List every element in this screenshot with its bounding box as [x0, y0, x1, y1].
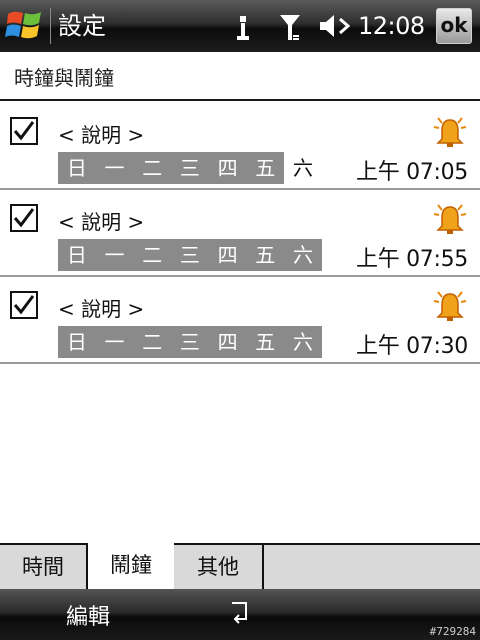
alarm-description[interactable]: < 說明 > [58, 206, 144, 235]
alarm-description[interactable]: < 說明 > [58, 293, 144, 322]
tab-bar-fill [262, 545, 480, 589]
weekday-selector: 日一二三四五六 [58, 152, 322, 184]
alarm-bell-icon [432, 202, 468, 240]
weekday-toggle[interactable]: 四 [208, 152, 247, 184]
tab-other[interactable]: 其他 [174, 543, 264, 589]
status-clock[interactable]: 12:08 [358, 10, 425, 42]
softkey-bar: 編輯 #729284 [0, 589, 480, 640]
windows-start-icon[interactable] [4, 6, 46, 46]
row-divider [0, 362, 480, 364]
weekday-toggle[interactable]: 二 [133, 326, 172, 358]
footer-id: #729284 [429, 625, 476, 638]
checkmark-icon [13, 208, 35, 228]
weekday-selector: 日一二三四五六 [58, 239, 322, 271]
alarm-time[interactable]: 上午 07:30 [356, 328, 468, 360]
connectivity-icon[interactable] [234, 6, 252, 50]
weekday-toggle[interactable]: 日 [58, 239, 96, 271]
tab-bar: 時間 鬧鐘 其他 [0, 543, 480, 589]
alarm-row[interactable]: < 說明 > 日一二三四五六 上午 07:55 [0, 190, 480, 277]
alarm-bell-icon [432, 115, 468, 153]
alarm-row[interactable]: < 說明 > 日一二三四五六 上午 07:05 [0, 103, 480, 190]
weekday-toggle[interactable]: 日 [58, 326, 96, 358]
heading-divider [0, 99, 480, 101]
tab-time[interactable]: 時間 [0, 543, 88, 589]
title-separator [50, 8, 51, 44]
weekday-toggle[interactable]: 二 [133, 239, 172, 271]
weekday-toggle[interactable]: 五 [246, 152, 285, 184]
window-title: 設定 [58, 12, 106, 40]
weekday-toggle[interactable]: 一 [95, 326, 134, 358]
weekday-selector: 日一二三四五六 [58, 326, 322, 358]
edit-softkey[interactable]: 編輯 [66, 599, 110, 631]
alarm-enabled-checkbox[interactable] [10, 204, 38, 232]
alarm-bell-icon [432, 289, 468, 327]
checkmark-icon [13, 121, 35, 141]
alarm-time[interactable]: 上午 07:55 [356, 241, 468, 273]
ok-button[interactable]: ok [436, 8, 472, 44]
weekday-toggle[interactable]: 一 [95, 152, 134, 184]
title-bar: 設定 12:08 ok [0, 0, 480, 52]
weekday-toggle[interactable]: 一 [95, 239, 134, 271]
weekday-toggle[interactable]: 四 [208, 239, 247, 271]
weekday-toggle[interactable]: 四 [208, 326, 247, 358]
alarm-time[interactable]: 上午 07:05 [356, 154, 468, 186]
weekday-toggle[interactable]: 六 [284, 239, 322, 271]
weekday-toggle[interactable]: 六 [284, 326, 322, 358]
weekday-toggle[interactable]: 三 [171, 152, 209, 184]
weekday-toggle[interactable]: 二 [133, 152, 172, 184]
alarm-description[interactable]: < 說明 > [58, 119, 144, 148]
speaker-muted-icon[interactable] [318, 6, 352, 50]
weekday-toggle[interactable]: 日 [58, 152, 96, 184]
page-title: 時鐘與鬧鐘 [14, 66, 114, 90]
weekday-toggle[interactable]: 五 [246, 239, 285, 271]
alarm-enabled-checkbox[interactable] [10, 291, 38, 319]
weekday-toggle[interactable]: 五 [246, 326, 285, 358]
weekday-toggle[interactable]: 三 [171, 326, 209, 358]
keyboard-icon[interactable] [226, 597, 254, 631]
checkmark-icon [13, 295, 35, 315]
alarm-enabled-checkbox[interactable] [10, 117, 38, 145]
alarm-row[interactable]: < 說明 > 日一二三四五六 上午 07:30 [0, 277, 480, 364]
signal-antenna-icon[interactable] [278, 6, 302, 50]
tab-alarm[interactable]: 鬧鐘 [86, 543, 176, 589]
weekday-toggle[interactable]: 三 [171, 239, 209, 271]
weekday-toggle[interactable]: 六 [284, 152, 322, 184]
